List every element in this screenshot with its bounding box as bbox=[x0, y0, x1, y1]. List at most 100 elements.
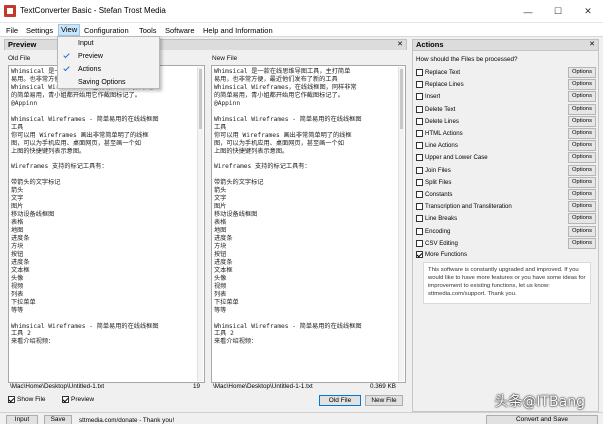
action-label: Encoding bbox=[425, 227, 451, 235]
preview-checkbox-label: Preview bbox=[71, 396, 95, 403]
action-checkbox[interactable] bbox=[416, 130, 423, 137]
view-menu-saving-options[interactable]: Saving Options bbox=[58, 77, 159, 89]
view-menu-input[interactable]: Input bbox=[58, 38, 159, 50]
action-checkbox[interactable] bbox=[416, 105, 423, 113]
action-checkbox[interactable] bbox=[416, 203, 423, 211]
action-label: Line Actions bbox=[425, 142, 458, 150]
action-row[interactable]: Insert Options bbox=[416, 91, 596, 103]
menu-software[interactable]: Software bbox=[163, 25, 197, 36]
new-file-path: \Mac\Home\Desktop\Untitled-1-1.txt bbox=[213, 383, 313, 390]
options-button[interactable]: Options bbox=[568, 189, 596, 200]
options-button[interactable]: Options bbox=[568, 176, 596, 188]
preview-checkbox[interactable] bbox=[62, 396, 69, 403]
action-checkbox[interactable] bbox=[416, 69, 423, 76]
action-row[interactable]: Split Files Options bbox=[416, 176, 596, 189]
action-checkbox[interactable] bbox=[416, 81, 423, 89]
old-file-count: 19 bbox=[193, 383, 201, 390]
new-file-text: Whimsical 是一款在线思维导图工具，主打简单 易用，也非常方便，最近他们… bbox=[214, 68, 362, 346]
view-menu-preview[interactable]: Preview bbox=[58, 51, 159, 63]
minimize-button[interactable]: — bbox=[513, 0, 543, 23]
options-button[interactable]: Options bbox=[568, 213, 596, 225]
menu-view[interactable]: View bbox=[58, 24, 81, 36]
action-row[interactable]: CSV Editing Options bbox=[416, 237, 596, 250]
new-file-button[interactable]: New File bbox=[365, 395, 403, 406]
actions-question: How should the Files be processed? bbox=[416, 56, 518, 63]
options-button[interactable]: Options bbox=[568, 91, 596, 103]
options-button[interactable]: Options bbox=[568, 128, 596, 139]
action-checkbox[interactable] bbox=[416, 227, 423, 235]
action-checkbox[interactable] bbox=[416, 178, 423, 186]
action-checkbox[interactable] bbox=[416, 191, 423, 198]
old-file-path: \Mac\Home\Desktop\Untitled-1.txt bbox=[10, 383, 105, 390]
action-row[interactable]: Join Files Options bbox=[416, 164, 596, 177]
convert-and-save-button[interactable]: Convert and Save bbox=[486, 415, 598, 424]
action-row[interactable]: Transcription and Transliteration Options bbox=[416, 201, 596, 213]
actions-panel: How should the Files be processed? Repla… bbox=[412, 50, 599, 412]
old-file-label: Old File bbox=[8, 55, 31, 62]
save-button[interactable]: Save bbox=[44, 415, 72, 424]
options-button[interactable]: Options bbox=[568, 103, 596, 115]
new-file-size: 0.369 KB bbox=[370, 383, 396, 390]
donate-link[interactable]: sttmedia.com/donate - Thank you! bbox=[79, 417, 174, 424]
action-row[interactable]: HTML Actions Options bbox=[416, 128, 596, 140]
close-button[interactable]: ✕ bbox=[573, 0, 603, 23]
action-row[interactable]: Line Actions Options bbox=[416, 140, 596, 152]
action-label: Replace Lines bbox=[425, 81, 464, 89]
action-row[interactable]: Constants Options bbox=[416, 189, 596, 201]
old-file-textbox[interactable]: Whimsical 是一款在线思维导图工具，主打简单 易用。也非常方便，最近他们… bbox=[8, 65, 205, 383]
options-button[interactable]: Options bbox=[568, 152, 596, 164]
action-row[interactable]: Line Breaks Options bbox=[416, 213, 596, 225]
options-button[interactable]: Options bbox=[568, 115, 596, 127]
action-checkbox[interactable] bbox=[416, 93, 423, 101]
action-checkbox[interactable] bbox=[416, 117, 423, 125]
maximize-button[interactable]: ☐ bbox=[543, 0, 573, 23]
action-row[interactable]: Upper and Lower Case Options bbox=[416, 152, 596, 164]
options-button[interactable]: Options bbox=[568, 79, 596, 91]
options-button[interactable]: Options bbox=[568, 225, 596, 237]
options-button[interactable]: Options bbox=[568, 237, 596, 249]
window-title: TextConverter Basic - Stefan Trost Media bbox=[20, 6, 166, 15]
action-row[interactable]: Encoding Options bbox=[416, 225, 596, 238]
old-file-text: Whimsical 是一款在线思维导图工具，主打简单 易用。也非常方便，最近他们… bbox=[11, 68, 159, 346]
action-label: Upper and Lower Case bbox=[425, 154, 488, 162]
action-row[interactable]: Replace Text Options bbox=[416, 67, 596, 79]
action-row[interactable]: Delete Text Options bbox=[416, 103, 596, 116]
action-checkbox[interactable] bbox=[416, 166, 423, 174]
preview-checkbox-row[interactable]: Preview bbox=[62, 396, 94, 403]
old-file-button[interactable]: Old File bbox=[319, 395, 361, 406]
action-label: Transcription and Transliteration bbox=[425, 203, 512, 211]
menu-tools[interactable]: Tools bbox=[137, 25, 159, 36]
action-checkbox[interactable] bbox=[416, 239, 423, 247]
action-checkbox[interactable] bbox=[416, 215, 423, 223]
action-checkbox[interactable] bbox=[416, 142, 423, 150]
new-file-scrollbar[interactable] bbox=[398, 67, 404, 381]
options-button[interactable]: Options bbox=[568, 164, 596, 176]
menu-settings[interactable]: Settings bbox=[24, 25, 55, 36]
menu-file[interactable]: File bbox=[4, 25, 20, 36]
check-icon bbox=[64, 53, 70, 59]
show-file-checkbox-row[interactable]: Show File bbox=[8, 396, 46, 403]
action-row[interactable]: Delete Lines Options bbox=[416, 115, 596, 128]
menu-help[interactable]: Help and Information bbox=[201, 25, 275, 36]
old-file-scrollbar[interactable] bbox=[197, 67, 203, 381]
action-label: CSV Editing bbox=[425, 239, 458, 247]
app-icon bbox=[4, 5, 16, 17]
menu-configuration[interactable]: Configuration bbox=[82, 25, 131, 36]
more-functions-checkbox[interactable] bbox=[416, 251, 423, 258]
action-checkbox[interactable] bbox=[416, 154, 423, 162]
view-menu-actions[interactable]: Actions bbox=[58, 64, 159, 76]
show-file-checkbox[interactable] bbox=[8, 396, 15, 403]
options-button[interactable]: Options bbox=[568, 201, 596, 213]
action-row[interactable]: Replace Lines Options bbox=[416, 79, 596, 91]
options-button[interactable]: Options bbox=[568, 140, 596, 152]
show-file-label: Show File bbox=[17, 396, 46, 403]
action-label: Delete Text bbox=[425, 105, 456, 113]
input-button[interactable]: Input bbox=[6, 415, 38, 424]
close-icon[interactable]: ✕ bbox=[589, 40, 595, 50]
view-menu-preview-label: Preview bbox=[78, 53, 103, 60]
more-functions-row[interactable]: More Functions bbox=[416, 249, 596, 261]
action-label: Line Breaks bbox=[425, 215, 458, 223]
close-icon[interactable]: ✕ bbox=[397, 40, 403, 50]
new-file-textbox[interactable]: Whimsical 是一款在线思维导图工具，主打简单 易用，也非常方便，最近他们… bbox=[211, 65, 406, 383]
options-button[interactable]: Options bbox=[568, 67, 596, 78]
